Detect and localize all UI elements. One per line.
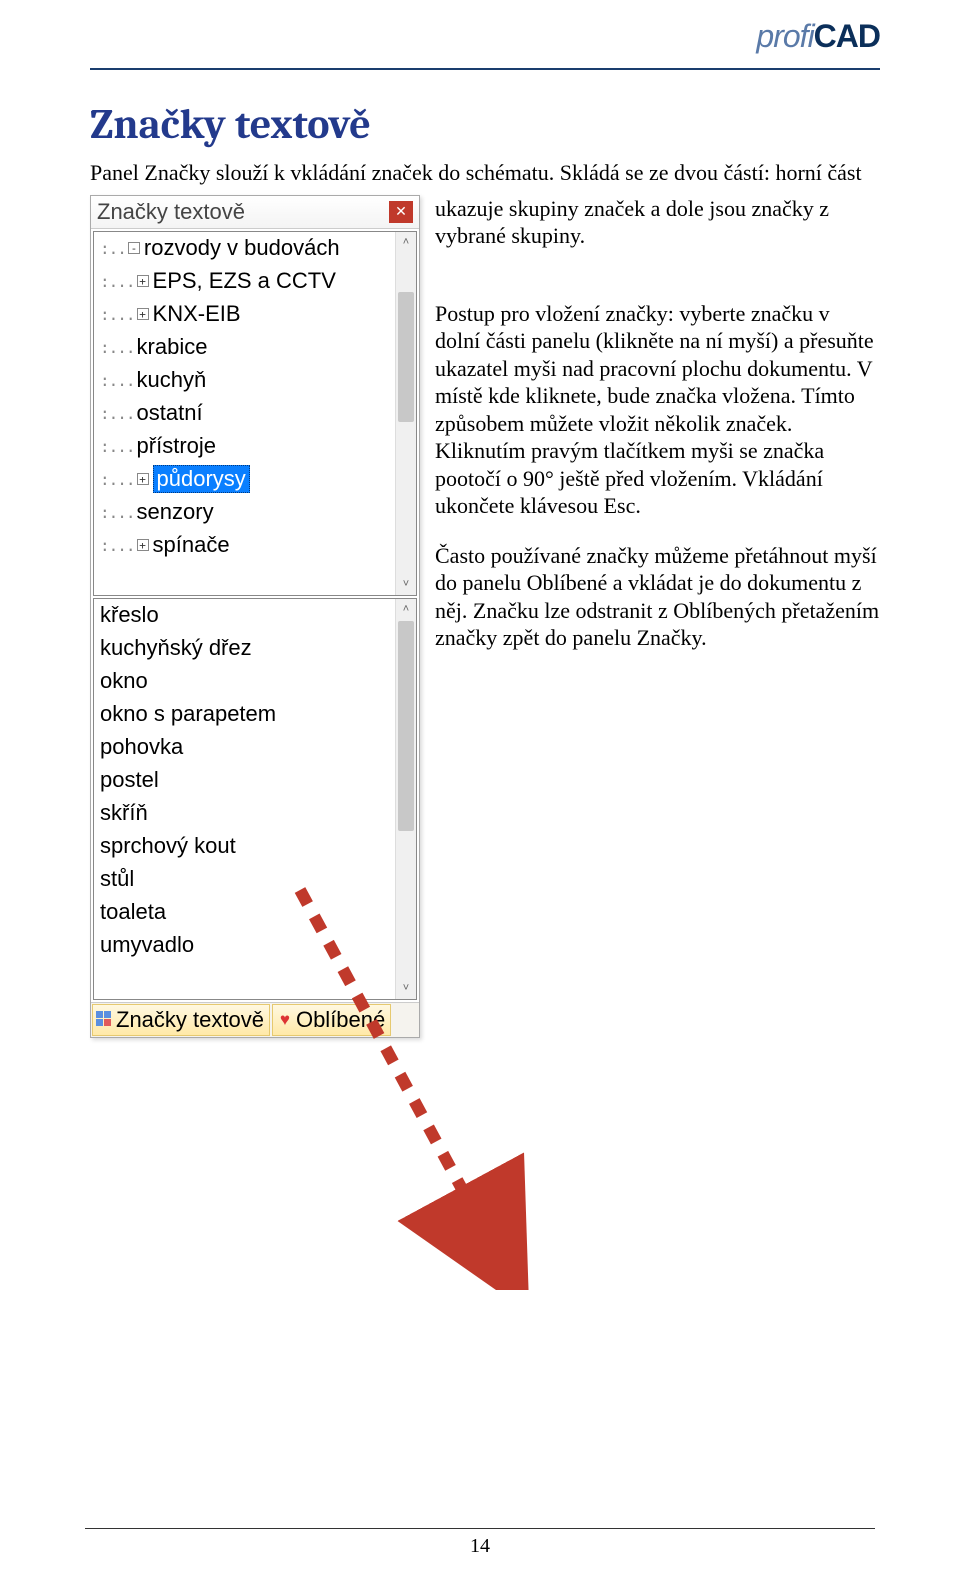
header-rule [90,68,880,70]
logo-part1: profi [756,18,813,54]
tree-label: rozvody v budovách [144,235,340,261]
tree-label: přístroje [137,433,216,459]
symbols-panel: Značky textově ✕ :..-rozvody v budovách:… [90,195,420,1038]
tree-label: půdorysy [153,465,250,493]
tree-line-icon: :... [100,437,135,456]
scroll-down-icon[interactable]: ˅ [396,978,416,999]
list-item[interactable]: okno s parapetem [98,698,394,731]
tree-item[interactable]: :...přístroje [98,430,394,463]
scroll-up-icon[interactable]: ˄ [396,599,416,620]
page-title: Značky textově [90,100,880,149]
tree-label: kuchyň [137,367,207,393]
close-icon[interactable]: ✕ [389,201,413,223]
tree-label: spínače [153,532,230,558]
tree-item[interactable]: :...+ KNX-EIB [98,298,394,331]
list-item[interactable]: umyvadlo [98,929,394,962]
tree-label: EPS, EZS a CCTV [153,268,336,294]
scroll-up-icon[interactable]: ˄ [396,232,416,253]
list-item[interactable]: skříň [98,797,394,830]
tree-item[interactable]: :..-rozvody v budovách [98,232,394,265]
tree-scrollbar[interactable]: ˄ ˅ [395,232,416,595]
tree-item[interactable]: :...+ EPS, EZS a CCTV [98,265,394,298]
tree-item[interactable]: :...+ spínače [98,529,394,562]
scroll-thumb[interactable] [398,292,414,422]
paragraph-1: Postup pro vložení značky: vyberte značk… [435,300,880,520]
tree-line-icon: :... [100,470,135,489]
paragraph-2: Často používané značky můžeme přetáhnout… [435,542,880,652]
tab-label: Oblíbené [296,1007,385,1033]
heart-icon: ♥ [276,1011,294,1029]
tree-line-icon: :... [100,503,135,522]
list-item[interactable]: sprchový kout [98,830,394,863]
page-number: 14 [85,1528,875,1558]
expand-icon[interactable]: + [137,473,149,485]
logo-part2: CAD [814,18,880,54]
scroll-thumb[interactable] [398,621,414,831]
tree-item[interactable]: :...krabice [98,331,394,364]
tree-line-icon: :... [100,338,135,357]
tab-favorites[interactable]: ♥ Oblíbené [272,1004,391,1036]
symbol-list[interactable]: křeslokuchyňský dřezoknookno s parapetem… [93,598,417,1000]
tree-item[interactable]: :...kuchyň [98,364,394,397]
tree-line-icon: :.. [100,239,126,258]
tree-label: ostatní [137,400,203,426]
thumbnails-icon [96,1011,114,1029]
list-item[interactable]: postel [98,764,394,797]
collapse-icon[interactable]: - [128,242,140,254]
tree-line-icon: :... [100,272,135,291]
tree-line-icon: :... [100,371,135,390]
list-item[interactable]: toaleta [98,896,394,929]
panel-tabs: Značky textově ♥ Oblíbené [91,1002,419,1037]
expand-icon[interactable]: + [137,539,149,551]
tab-label: Značky textově [116,1007,264,1033]
list-scrollbar[interactable]: ˄ ˅ [395,599,416,999]
list-item[interactable]: okno [98,665,394,698]
tab-symbols-text[interactable]: Značky textově [92,1004,270,1036]
tree-line-icon: :... [100,536,135,555]
tree-item[interactable]: :...+ půdorysy [98,463,394,496]
body-text: ukazuje skupiny značek a dole jsou značk… [435,195,880,674]
tree-label: KNX-EIB [153,301,241,327]
tree-line-icon: :... [100,305,135,324]
expand-icon[interactable]: + [137,308,149,320]
panel-title-text: Značky textově [97,199,389,225]
category-tree[interactable]: :..-rozvody v budovách:...+EPS, EZS a CC… [93,231,417,596]
expand-icon[interactable]: + [137,275,149,287]
tree-label: senzory [137,499,214,525]
panel-titlebar: Značky textově ✕ [91,196,419,229]
intro-line: Panel Značky slouží k vkládání značek do… [90,159,880,187]
list-item[interactable]: pohovka [98,731,394,764]
tree-line-icon: :... [100,404,135,423]
list-item[interactable]: křeslo [98,599,394,632]
intro-continuation: ukazuje skupiny značek a dole jsou značk… [435,195,880,250]
tree-item[interactable]: :...senzory [98,496,394,529]
scroll-down-icon[interactable]: ˅ [396,574,416,595]
list-item[interactable]: stůl [98,863,394,896]
tree-label: krabice [137,334,208,360]
tree-item[interactable]: :...ostatní [98,397,394,430]
brand-logo: profiCAD [756,18,880,55]
list-item[interactable]: kuchyňský dřez [98,632,394,665]
